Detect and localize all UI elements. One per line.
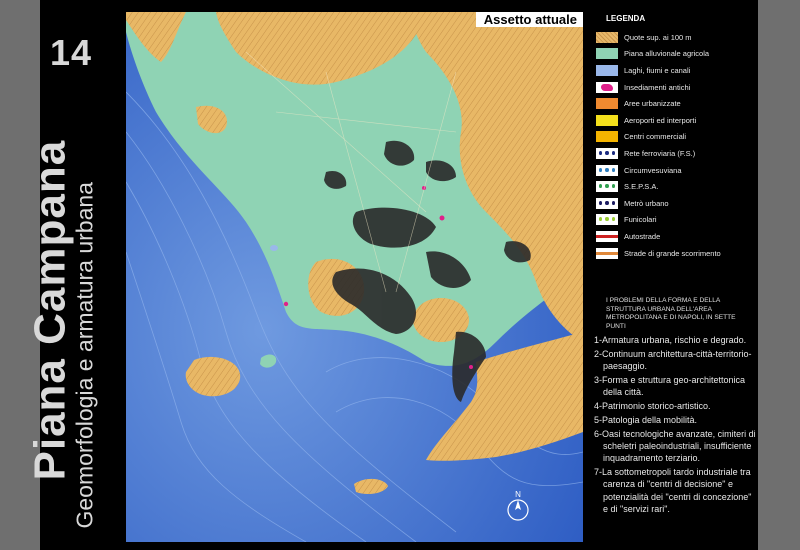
problem-point: 6-Oasi tecnologiche avanzate, cimiteri d… — [594, 428, 756, 464]
legend-label: Aree urbanizzate — [624, 99, 681, 109]
legend-item: Strade di grande scorrimento — [596, 245, 756, 262]
legend-label: Piana alluvionale agricola — [624, 49, 710, 59]
legend-label: Centri commerciali — [624, 132, 687, 142]
legend-label: Insediamenti antichi — [624, 82, 691, 92]
ischia-island — [185, 356, 241, 397]
legend-item: Aree urbanizzate — [596, 95, 756, 112]
legend-swatch — [596, 230, 618, 242]
slide: 14 Piana Campana Geomorfologia e armatur… — [26, 0, 758, 550]
problem-point: 3-Forma e struttura geo-architettonica d… — [594, 374, 746, 398]
legend-label: S.E.P.S.A. — [624, 182, 659, 192]
legend-label: Metrò urbano — [624, 198, 669, 208]
legend-swatch — [596, 98, 618, 110]
legend-swatch — [596, 114, 618, 126]
map-graphic — [126, 12, 583, 542]
legend-label: Circumvesuviana — [624, 165, 682, 175]
legend-item: Metrò urbano — [596, 195, 756, 212]
legend-item: Centri commerciali — [596, 129, 756, 146]
legend-item: Aeroporti ed interporti — [596, 112, 756, 129]
slide-number: 14 — [50, 32, 93, 73]
legend: LEGENDA Quote sup. ai 100 m Piana alluvio… — [596, 14, 756, 261]
legend-item: Laghi, fiumi e canali — [596, 62, 756, 79]
legend-item: Rete ferroviaria (F.S.) — [596, 145, 756, 162]
legend-item: Piana alluvionale agricola — [596, 46, 756, 63]
north-arrow-icon: N — [507, 490, 529, 521]
legend-swatch — [596, 147, 618, 159]
legend-item: S.E.P.S.A. — [596, 178, 756, 195]
problem-point: 5-Patologia della mobilità. — [594, 414, 698, 425]
legend-label: Quote sup. ai 100 m — [624, 32, 692, 42]
problems-heading: I PROBLEMI DELLA FORMA E DELLA STRUTTURA… — [606, 297, 736, 330]
legend-swatch — [596, 164, 618, 176]
legend-swatch — [596, 214, 618, 226]
legend-item: Insediamenti antichi — [596, 79, 756, 96]
legend-swatch — [596, 31, 618, 43]
problem-point: 1-Armatura urbana, rischio e degrado. — [594, 335, 747, 345]
legend-swatch — [596, 131, 618, 143]
legend-item: Circumvesuviana — [596, 162, 756, 179]
vertical-title-block: Piana Campana Geomorfologia e armatura u… — [26, 121, 98, 529]
legend-label: Autostrade — [624, 231, 661, 241]
problems-list: 1-Armatura urbana, rischio e degrado. 2-C… — [594, 334, 756, 517]
map-title: Assetto attuale — [475, 12, 583, 27]
legend-label: Laghi, fiumi e canali — [624, 65, 691, 75]
slide-title: Piana Campana — [25, 139, 75, 481]
legend-items: Quote sup. ai 100 m Piana alluvionale agr… — [596, 29, 756, 261]
map-panel: Assetto attuale — [126, 12, 583, 542]
legend-swatch — [596, 81, 618, 93]
legend-label: Rete ferroviaria (F.S.) — [624, 148, 696, 158]
legend-item: Quote sup. ai 100 m — [596, 29, 756, 46]
legend-swatch — [596, 48, 618, 60]
legend-swatch — [596, 197, 618, 209]
legend-swatch — [596, 64, 618, 76]
problem-point: 2-Continuum architettura-città-territori… — [594, 348, 752, 372]
legend-item: Autostrade — [596, 228, 756, 245]
north-label: N — [515, 490, 521, 499]
legend-swatch — [596, 181, 618, 193]
legend-title: LEGENDA — [606, 14, 646, 23]
problem-point: 4-Patrimonio storico-artistico. — [594, 400, 711, 411]
legend-swatch — [596, 247, 618, 259]
slide-subtitle: Geomorfologia e armatura urbana — [71, 182, 98, 529]
legend-item: Funicolari — [596, 212, 756, 229]
lake — [270, 245, 278, 251]
problem-point: 7-La sottometropoli tardo industriale tr… — [594, 466, 752, 514]
side-title-panel: 14 Piana Campana Geomorfologia e armatur… — [26, 0, 120, 550]
legend-label: Aeroporti ed interporti — [624, 115, 697, 125]
legend-label: Funicolari — [624, 215, 657, 225]
legend-label: Strade di grande scorrimento — [624, 248, 721, 258]
